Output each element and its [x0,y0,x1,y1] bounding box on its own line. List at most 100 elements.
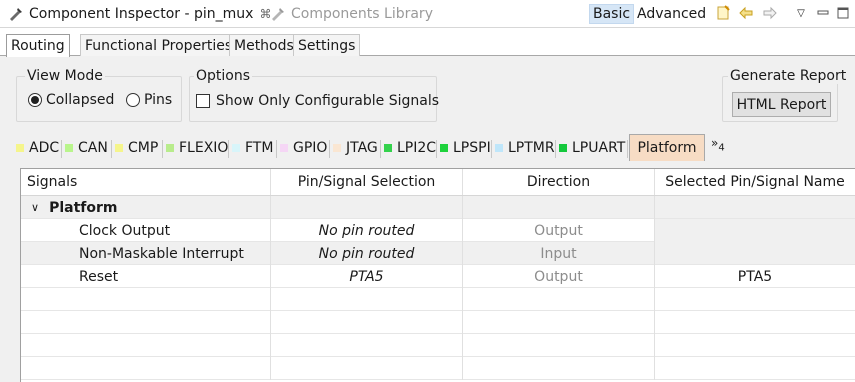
view-menu-icon[interactable]: ▽ [793,5,809,21]
header-signals[interactable]: Signals [21,169,271,195]
tab-flexio-label: FLEXIO [179,140,229,156]
tab-gpio-label: GPIO [293,140,328,156]
routing-panel: View Mode Collapsed Pins Options Show On… [0,56,855,382]
arrow-right-icon[interactable] [762,5,778,21]
direction-cell[interactable]: Output [463,219,655,242]
tab-methods[interactable]: Methods [229,34,299,56]
cmp-color-swatch [115,144,123,152]
lptmr-color-swatch [495,144,503,152]
group-cell: ∨ Platform [21,196,271,219]
tab-flexio[interactable]: FLEXIO [164,136,229,160]
table-group-row[interactable]: ∨ Platform [21,196,855,219]
lpspi-color-swatch [440,144,448,152]
header-selected-pin-signal-name[interactable]: Selected Pin/Signal Name [655,169,855,195]
direction-cell[interactable]: Output [463,265,655,288]
more-tabs-count: 4 [718,142,725,154]
tab-gpio[interactable]: GPIO [278,136,330,160]
tab-jtag[interactable]: JTAG [331,136,381,160]
html-report-button[interactable]: HTML Report [732,92,831,117]
tab-components-library-label: Components Library [291,6,433,22]
group-name-cell [655,196,855,219]
empty-row [21,357,855,380]
pins-label: Pins [144,92,173,108]
more-tabs-chevron[interactable]: »4 [711,136,725,153]
group-selection-cell [271,196,463,219]
table-row[interactable]: Clock Output No pin routed Output [21,219,855,242]
table-row[interactable]: Reset PTA5 Output PTA5 [21,265,855,288]
show-only-configurable-label: Show Only Configurable Signals [216,93,440,109]
options-title: Options [194,68,253,84]
generate-report-title: Generate Report [728,68,849,84]
empty-row [21,288,855,311]
table-header: Signals Pin/Signal Selection Direction S… [21,169,855,196]
group-direction-cell [463,196,655,219]
signals-table: Signals Pin/Signal Selection Direction S… [20,168,855,382]
tab-ftm[interactable]: FTM [230,136,277,160]
library-icon [270,6,286,22]
show-only-configurable-checkbox[interactable]: Show Only Configurable Signals [196,93,439,109]
tab-lpspi-label: LPSPI [453,140,491,156]
can-color-swatch [65,144,73,152]
tab-lpuart[interactable]: LPUART [557,136,628,160]
empty-row [21,311,855,334]
direction-cell[interactable]: Input [463,242,655,265]
tab-component-inspector[interactable]: Component Inspector - pin_mux ⌘ [8,3,271,25]
radio-button[interactable] [126,93,140,107]
flexio-color-swatch [166,144,174,152]
pin-selection-cell[interactable]: No pin routed [271,242,463,265]
lpi2c-color-swatch [384,144,392,152]
inspector-icon [8,6,24,22]
radio-button[interactable] [28,93,42,107]
signal-cell: Reset [21,265,271,288]
tab-adc[interactable]: ADC [14,136,62,160]
lpuart-color-swatch [559,144,567,152]
group-label: Platform [49,199,118,216]
pins-radio[interactable]: Pins [126,92,172,108]
header-pin-signal-selection[interactable]: Pin/Signal Selection [271,169,463,195]
pin-selection-cell[interactable]: No pin routed [271,219,463,242]
tab-component-inspector-label: Component Inspector - pin_mux [29,6,254,22]
tab-ftm-label: FTM [245,140,274,156]
note-icon[interactable] [715,5,731,21]
pin-selection-cell[interactable]: PTA5 [271,265,463,288]
adc-color-swatch [16,144,24,152]
tab-routing[interactable]: Routing [6,34,70,57]
tab-cmp[interactable]: CMP [113,136,163,160]
table-row[interactable]: Non-Maskable Interrupt No pin routed Inp… [21,242,855,265]
tab-lpspi[interactable]: LPSPI [438,136,492,160]
tab-functional-properties[interactable]: Functional Properties [80,34,238,56]
tab-lpi2c-label: LPI2C [397,140,437,156]
maximize-icon[interactable] [835,5,851,21]
basic-mode-button[interactable]: Basic [589,4,635,24]
collapsed-label: Collapsed [46,92,115,108]
advanced-mode-button[interactable]: Advanced [634,4,709,24]
arrow-left-icon[interactable] [738,5,754,21]
tab-lptmr-label: LPTMR [508,140,555,156]
tab-lptmr[interactable]: LPTMR [493,136,556,160]
view-tab-bar: Component Inspector - pin_mux ⌘ Componen… [0,0,855,28]
tab-lpi2c[interactable]: LPI2C [382,136,437,160]
header-direction[interactable]: Direction [463,169,655,195]
ftm-color-swatch [232,144,240,152]
tab-settings[interactable]: Settings [293,34,361,56]
empty-row [21,334,855,357]
tab-can-label: CAN [78,140,108,156]
selected-name-cell [655,242,855,265]
minimize-icon[interactable] [815,5,831,21]
peripheral-tabs: ADC CAN CMP FLEXIO FTM GPIO JTAG LPI2C L… [0,134,855,161]
tab-lpuart-label: LPUART [572,140,626,156]
gpio-color-swatch [280,144,288,152]
inspector-subtabs: Routing Functional Properties Methods Se… [0,28,855,57]
tab-can[interactable]: CAN [63,136,112,160]
collapsed-radio[interactable]: Collapsed [28,92,114,108]
checkbox[interactable] [196,94,210,108]
tab-jtag-label: JTAG [346,140,378,156]
tab-platform[interactable]: Platform [629,134,705,161]
view-mode-title: View Mode [25,68,105,84]
expand-chevron-icon[interactable]: ∨ [31,201,39,214]
tab-adc-label: ADC [29,140,60,156]
tab-components-library[interactable]: Components Library [270,3,433,25]
tab-cmp-label: CMP [128,140,159,156]
signal-cell: Non-Maskable Interrupt [21,242,271,265]
jtag-color-swatch [333,144,341,152]
